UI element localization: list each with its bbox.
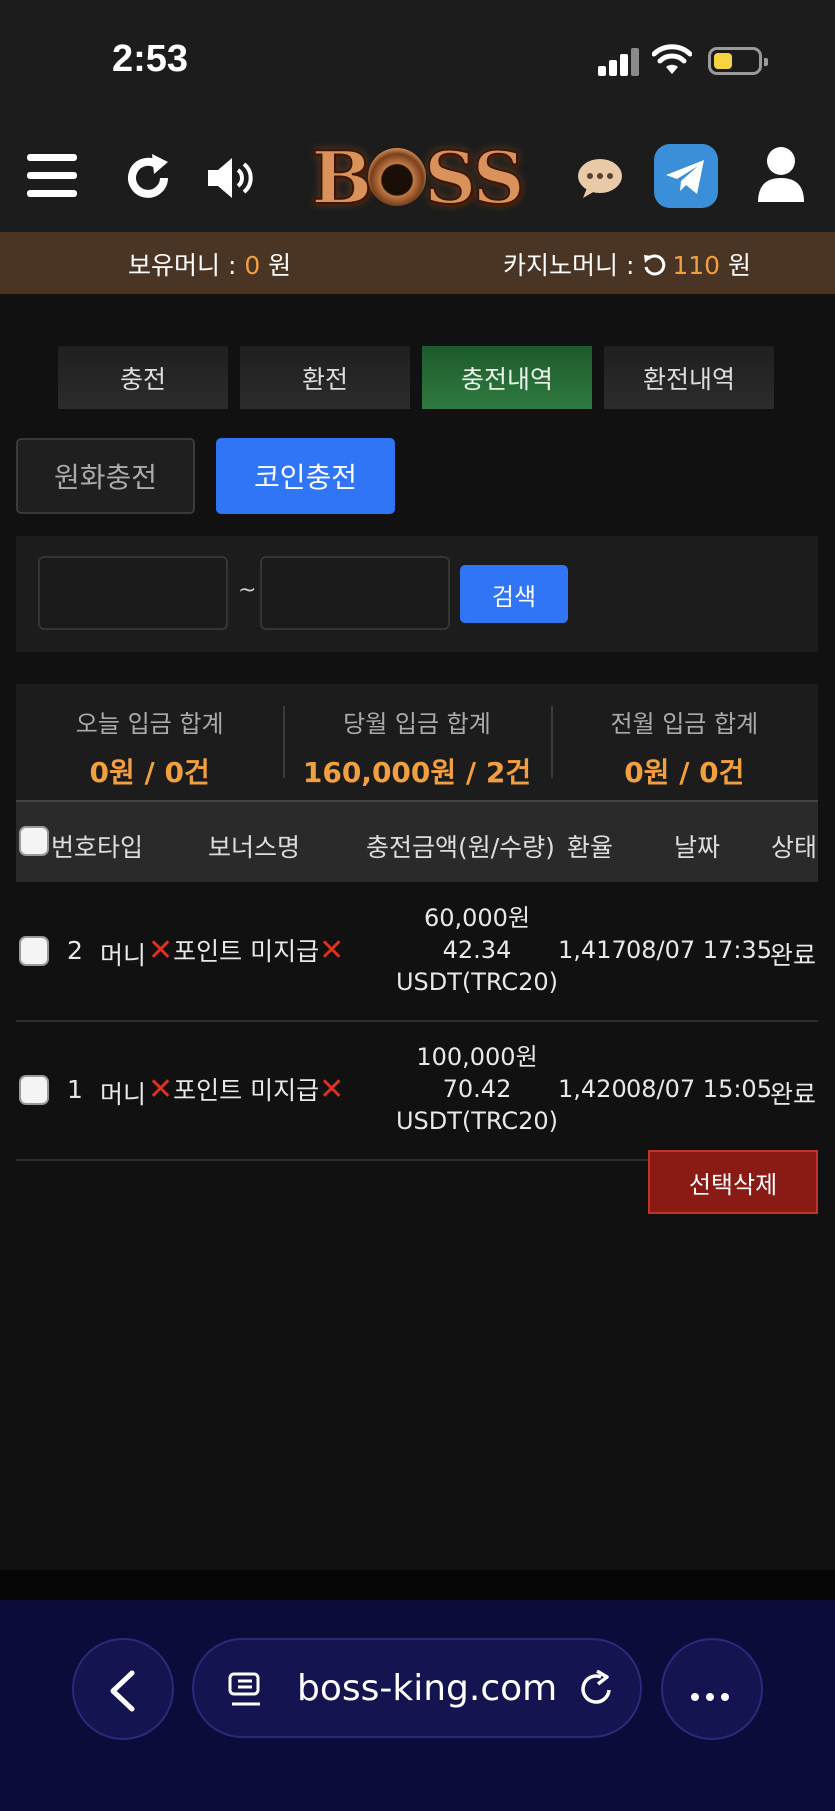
summary-value: 160,000원 / 2건 [302,756,532,789]
site-header: B SS [0,120,835,232]
page-bottom-edge [0,1570,835,1600]
casino-money-value: 110 [672,251,721,280]
ellipsis-icon [691,1686,736,1705]
summary-label: 전월 입금 합계 [610,710,759,738]
table-header: 번호타입 보너스명 충전금액(원/수량) 환율 날짜 상태 [16,800,818,882]
row-no: 2 [67,936,83,965]
casino-money-label: 카지노머니 : [503,251,643,280]
user-profile-icon[interactable] [756,146,806,202]
search-button[interactable]: 검색 [460,565,568,623]
row-checkbox[interactable] [19,936,49,966]
header-no-type: 번호타입 [51,833,144,862]
date-separator: ~ [238,578,257,603]
cross-icon: ✕ [319,1072,345,1107]
refresh-icon[interactable] [124,154,172,202]
holding-money-label: 보유머니 : [128,251,245,280]
row-amount-coin: USDT(TRC20) [395,1107,559,1135]
casino-refresh-icon[interactable] [642,253,666,277]
summary-label: 당월 입금 합계 [343,710,491,738]
delete-selected-button[interactable]: 선택삭제 [648,1150,818,1214]
hamburger-menu-icon[interactable] [27,154,77,198]
main-tabs: 충전 환전 충전내역 환전내역 [58,346,774,409]
date-to-input[interactable] [260,556,450,630]
cross-icon: ✕ [148,933,174,968]
row-date: 08/07 15:05 [626,1075,772,1103]
back-button[interactable] [72,1638,174,1740]
more-options-button[interactable] [661,1638,763,1740]
holding-money-value: 0 [244,251,261,280]
summary-value: 0원 / 0건 [89,756,210,789]
cellular-signal-icon [598,46,642,76]
tab-exchange[interactable]: 환전 [240,346,410,409]
cross-icon: ✕ [148,1072,174,1107]
casino-money-unit: 원 [720,251,751,280]
select-all-checkbox[interactable] [19,826,49,856]
status-bar: 2:53 [0,0,835,120]
row-checkbox[interactable] [19,1075,49,1105]
sound-icon[interactable] [206,156,258,200]
row-rate: 1,417 [558,936,627,964]
row-amount-coin: USDT(TRC20) [395,968,559,996]
table-row: 1 머니 ✕포인트 미지급✕ 100,000원 70.42 USDT(TRC20… [16,1023,818,1161]
telegram-icon[interactable] [654,144,718,208]
summary-value: 0원 / 0건 [624,756,745,789]
summary-last-month: 전월 입금 합계 0원 / 0건 [550,684,818,800]
row-status: 완료 [770,1080,817,1109]
row-bonus-text: 포인트 미지급 [173,1076,320,1105]
header-bonus: 보너스명 [208,833,301,862]
header-status: 상태 [771,833,818,862]
tab-charge-history[interactable]: 충전내역 [422,346,592,409]
status-time: 2:53 [112,38,189,80]
date-from-input[interactable] [38,556,228,630]
header-rate: 환율 [567,833,614,862]
row-amount-won: 60,000원 [423,904,531,932]
row-status: 완료 [770,941,817,970]
row-type: 머니 [100,1080,147,1109]
reload-icon[interactable] [579,1670,615,1708]
tab-exchange-history[interactable]: 환전내역 [604,346,774,409]
summary-today: 오늘 입금 합계 0원 / 0건 [16,684,283,800]
tab-charge[interactable]: 충전 [58,346,228,409]
search-panel: ~ 검색 [16,536,818,652]
chat-icon[interactable] [577,158,623,198]
row-rate: 1,420 [558,1075,627,1103]
row-no: 1 [67,1075,83,1104]
page-menu-icon[interactable] [228,1672,262,1708]
row-amount-won: 100,000원 [416,1043,538,1071]
url-bar[interactable]: boss-king.com [192,1638,642,1738]
holding-money-unit: 원 [260,251,292,280]
chevron-left-icon [110,1670,135,1712]
coin-charge-button[interactable]: 코인충전 [216,438,395,514]
browser-toolbar: boss-king.com [0,1600,835,1811]
row-bonus: ✕포인트 미지급✕ [148,1071,344,1107]
row-date: 08/07 17:35 [626,936,772,964]
boss-logo[interactable]: B SS [292,134,542,221]
cross-icon: ✕ [319,933,345,968]
header-amount: 충전금액(원/수량) [366,833,555,862]
summary-this-month: 당월 입금 합계 160,000원 / 2건 [283,684,550,800]
row-bonus-text: 포인트 미지급 [173,937,320,966]
summary-label: 오늘 입금 합계 [75,710,224,738]
row-type: 머니 [100,941,147,970]
url-text: boss-king.com [297,1668,558,1709]
table-row: 2 머니 ✕포인트 미지급✕ 60,000원 42.34 USDT(TRC20)… [16,884,818,1022]
row-bonus: ✕포인트 미지급✕ [148,932,344,968]
battery-icon [708,47,768,75]
holding-money: 보유머니 : 0 원 [128,246,291,282]
won-charge-button[interactable]: 원화충전 [16,438,195,514]
money-bar: 보유머니 : 0 원 카지노머니 : 110 원 [0,232,835,294]
casino-money: 카지노머니 : 110 원 [503,246,751,282]
deposit-summary: 오늘 입금 합계 0원 / 0건 당월 입금 합계 160,000원 / 2건 … [16,684,818,800]
header-date: 날짜 [674,833,721,862]
wifi-icon [652,44,692,74]
